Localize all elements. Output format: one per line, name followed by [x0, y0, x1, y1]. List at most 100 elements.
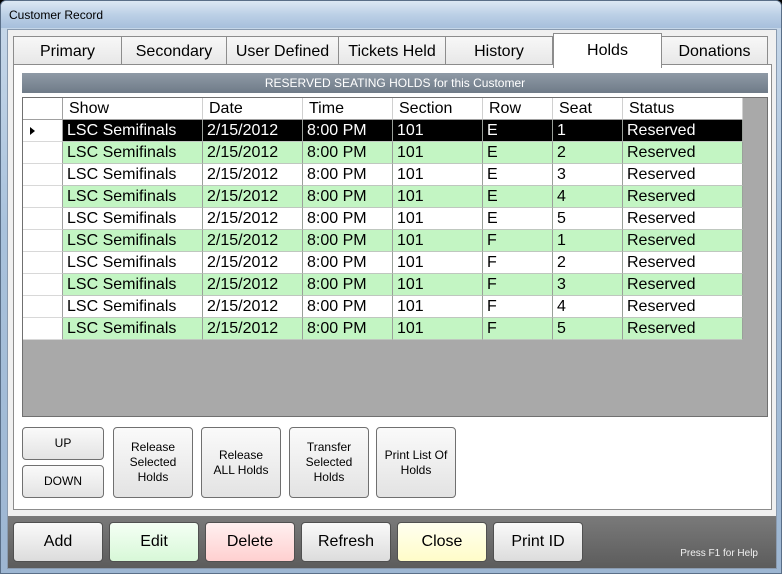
cell-seat[interactable]: 1: [553, 230, 623, 252]
column-header-seat[interactable]: Seat: [553, 98, 623, 120]
cell-seat[interactable]: 2: [553, 252, 623, 274]
cell-show[interactable]: LSC Semifinals: [63, 274, 203, 296]
cell-seat[interactable]: 3: [553, 164, 623, 186]
print-list-of-holds-button[interactable]: Print List Of Holds: [376, 427, 456, 498]
row-header[interactable]: [23, 142, 63, 164]
down-button[interactable]: DOWN: [22, 465, 104, 498]
delete-button[interactable]: Delete: [205, 522, 295, 562]
refresh-button[interactable]: Refresh: [301, 522, 391, 562]
release-selected-holds-button[interactable]: Release Selected Holds: [113, 427, 193, 498]
column-header-row[interactable]: Row: [483, 98, 553, 120]
cell-show[interactable]: LSC Semifinals: [63, 296, 203, 318]
cell-show[interactable]: LSC Semifinals: [63, 186, 203, 208]
cell-row[interactable]: F: [483, 296, 553, 318]
cell-seat[interactable]: 4: [553, 186, 623, 208]
cell-time[interactable]: 8:00 PM: [303, 120, 393, 142]
cell-row[interactable]: F: [483, 252, 553, 274]
cell-section[interactable]: 101: [393, 208, 483, 230]
tab-primary[interactable]: Primary: [13, 36, 122, 67]
column-header-date[interactable]: Date: [203, 98, 303, 120]
transfer-selected-holds-button[interactable]: Transfer Selected Holds: [289, 427, 369, 498]
up-button[interactable]: UP: [22, 427, 104, 460]
row-header[interactable]: [23, 208, 63, 230]
cell-status[interactable]: Reserved: [623, 318, 743, 340]
cell-row[interactable]: F: [483, 274, 553, 296]
cell-status[interactable]: Reserved: [623, 230, 743, 252]
row-header[interactable]: [23, 252, 63, 274]
cell-row[interactable]: F: [483, 318, 553, 340]
row-header[interactable]: [23, 120, 63, 142]
cell-seat[interactable]: 4: [553, 296, 623, 318]
row-header[interactable]: [23, 186, 63, 208]
cell-section[interactable]: 101: [393, 142, 483, 164]
cell-row[interactable]: E: [483, 186, 553, 208]
cell-show[interactable]: LSC Semifinals: [63, 164, 203, 186]
cell-date[interactable]: 2/15/2012: [203, 274, 303, 296]
cell-seat[interactable]: 2: [553, 142, 623, 164]
table-row[interactable]: LSC Semifinals 2/15/2012 8:00 PM 101 E 3 Reser…: [23, 164, 743, 186]
cell-row[interactable]: E: [483, 208, 553, 230]
cell-time[interactable]: 8:00 PM: [303, 296, 393, 318]
cell-time[interactable]: 8:00 PM: [303, 230, 393, 252]
cell-status[interactable]: Reserved: [623, 120, 743, 142]
tab-history[interactable]: History: [445, 36, 553, 67]
cell-status[interactable]: Reserved: [623, 142, 743, 164]
cell-date[interactable]: 2/15/2012: [203, 296, 303, 318]
cell-date[interactable]: 2/15/2012: [203, 230, 303, 252]
cell-status[interactable]: Reserved: [623, 186, 743, 208]
column-header-status[interactable]: Status: [623, 98, 743, 120]
cell-seat[interactable]: 5: [553, 208, 623, 230]
row-header[interactable]: [23, 318, 63, 340]
cell-show[interactable]: LSC Semifinals: [63, 120, 203, 142]
cell-show[interactable]: LSC Semifinals: [63, 208, 203, 230]
cell-status[interactable]: Reserved: [623, 252, 743, 274]
tab-user-defined[interactable]: User Defined: [226, 36, 339, 67]
cell-section[interactable]: 101: [393, 186, 483, 208]
add-button[interactable]: Add: [13, 522, 103, 562]
cell-row[interactable]: E: [483, 142, 553, 164]
column-header-time[interactable]: Time: [303, 98, 393, 120]
cell-date[interactable]: 2/15/2012: [203, 120, 303, 142]
cell-time[interactable]: 8:00 PM: [303, 164, 393, 186]
cell-show[interactable]: LSC Semifinals: [63, 230, 203, 252]
cell-time[interactable]: 8:00 PM: [303, 252, 393, 274]
table-row[interactable]: LSC Semifinals 2/15/2012 8:00 PM 101 F 1 Reser…: [23, 230, 743, 252]
row-header[interactable]: [23, 296, 63, 318]
table-row[interactable]: LSC Semifinals 2/15/2012 8:00 PM 101 E 4 Reser…: [23, 186, 743, 208]
cell-seat[interactable]: 3: [553, 274, 623, 296]
cell-show[interactable]: LSC Semifinals: [63, 142, 203, 164]
cell-time[interactable]: 8:00 PM: [303, 186, 393, 208]
close-button[interactable]: Close: [397, 522, 487, 562]
cell-date[interactable]: 2/15/2012: [203, 164, 303, 186]
cell-status[interactable]: Reserved: [623, 164, 743, 186]
print-id-button[interactable]: Print ID: [493, 522, 583, 562]
column-header-show[interactable]: Show: [63, 98, 203, 120]
cell-section[interactable]: 101: [393, 120, 483, 142]
table-row[interactable]: LSC Semifinals 2/15/2012 8:00 PM 101 F 2 Reser…: [23, 252, 743, 274]
cell-seat[interactable]: 1: [553, 120, 623, 142]
cell-date[interactable]: 2/15/2012: [203, 208, 303, 230]
cell-row[interactable]: F: [483, 230, 553, 252]
cell-time[interactable]: 8:00 PM: [303, 274, 393, 296]
cell-row[interactable]: E: [483, 164, 553, 186]
cell-section[interactable]: 101: [393, 318, 483, 340]
holds-grid[interactable]: Show Date Time Section Row Seat Status L…: [22, 97, 768, 417]
row-header[interactable]: [23, 274, 63, 296]
cell-show[interactable]: LSC Semifinals: [63, 252, 203, 274]
cell-section[interactable]: 101: [393, 230, 483, 252]
tab-tickets-held[interactable]: Tickets Held: [338, 36, 446, 67]
tab-secondary[interactable]: Secondary: [121, 36, 227, 67]
table-row[interactable]: LSC Semifinals 2/15/2012 8:00 PM 101 F 3 Reser…: [23, 274, 743, 296]
cell-row[interactable]: E: [483, 120, 553, 142]
cell-section[interactable]: 101: [393, 252, 483, 274]
edit-button[interactable]: Edit: [109, 522, 199, 562]
table-row[interactable]: LSC Semifinals 2/15/2012 8:00 PM 101 F 5 Reser…: [23, 318, 743, 340]
tab-donations[interactable]: Donations: [661, 36, 768, 67]
table-row[interactable]: LSC Semifinals 2/15/2012 8:00 PM 101 E 5 Reser…: [23, 208, 743, 230]
cell-section[interactable]: 101: [393, 274, 483, 296]
cell-date[interactable]: 2/15/2012: [203, 252, 303, 274]
cell-show[interactable]: LSC Semifinals: [63, 318, 203, 340]
title-bar[interactable]: Customer Record: [1, 1, 781, 28]
cell-status[interactable]: Reserved: [623, 274, 743, 296]
release-all-holds-button[interactable]: Release ALL Holds: [201, 427, 281, 498]
